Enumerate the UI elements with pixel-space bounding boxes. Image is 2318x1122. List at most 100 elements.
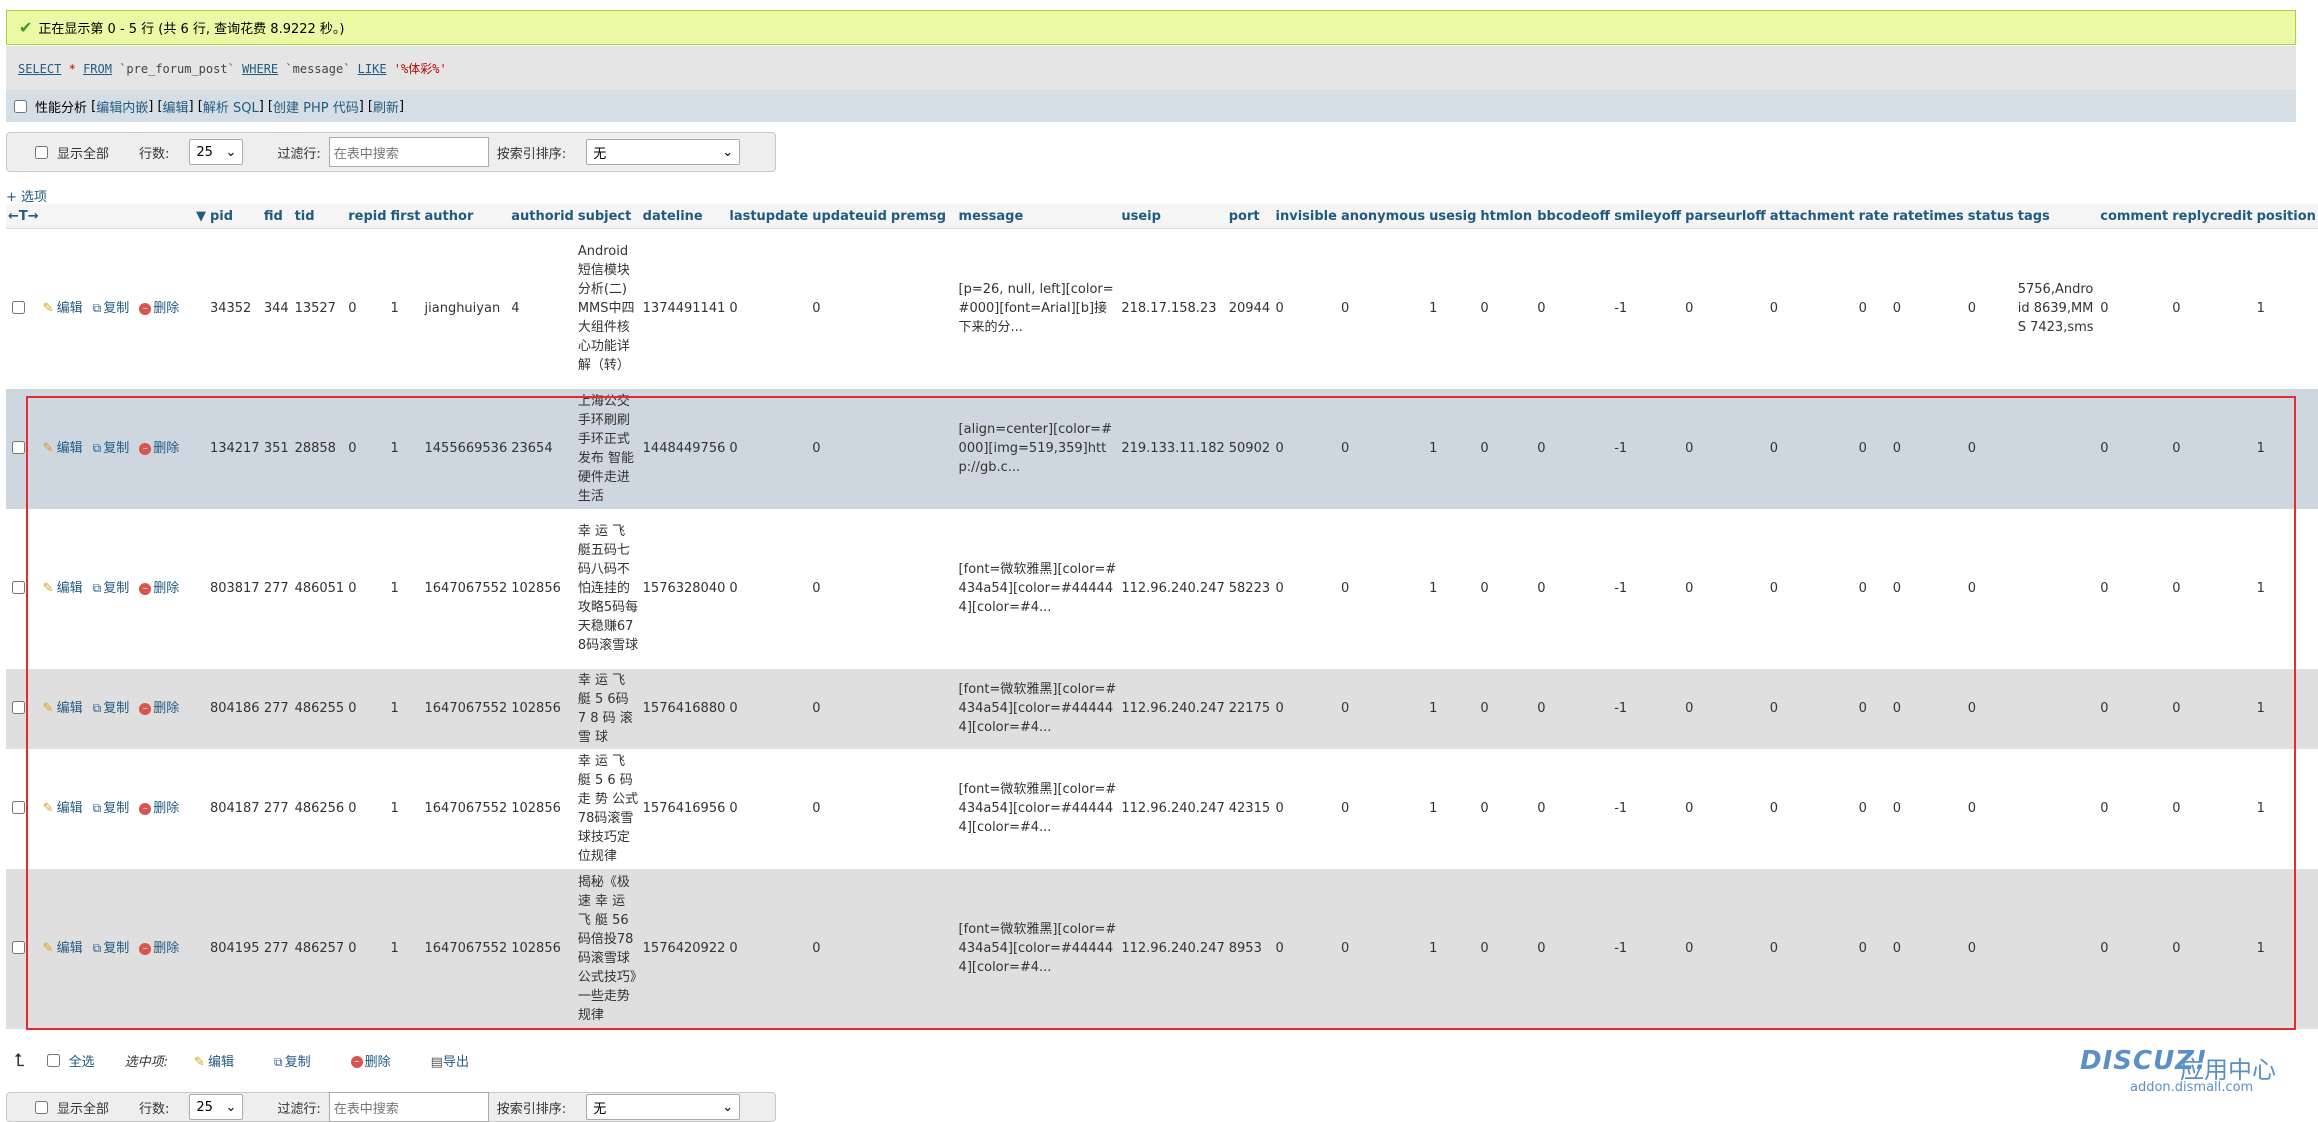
sql-like[interactable]: LIKE	[358, 62, 387, 76]
delete-icon: –	[350, 1056, 363, 1068]
show-all-checkbox-bottom[interactable]	[35, 1100, 48, 1114]
column-header[interactable]: status	[1965, 204, 2016, 229]
column-header[interactable]: ratetimes	[1890, 204, 1966, 229]
row-checkbox[interactable]	[12, 580, 25, 594]
cell-parseurloff: 0	[1683, 748, 1768, 869]
cell-fid: 351	[261, 388, 293, 509]
row-copy-button[interactable]: ⧉ 复制	[93, 441, 130, 456]
filter-input-bottom[interactable]: 在表中搜索	[328, 1092, 489, 1122]
column-header[interactable]: message	[956, 204, 1120, 229]
sort-arrows[interactable]: ←T→	[6, 204, 41, 229]
column-header[interactable]: lastupdate	[727, 204, 811, 229]
cell-dateline: 1448449756	[640, 388, 728, 509]
cell-premsg	[888, 668, 957, 749]
column-header[interactable]: tid	[292, 204, 347, 229]
filter-input[interactable]: 在表中搜索	[328, 137, 489, 167]
bulk-delete-button[interactable]: – 删除	[350, 1051, 391, 1070]
cell-updateuid: 0	[810, 868, 889, 1029]
column-header[interactable]: author	[422, 204, 510, 229]
column-header[interactable]: invisible	[1273, 204, 1339, 229]
row-edit-button[interactable]: ✎ 编辑	[43, 801, 83, 816]
link-create-php[interactable]: 创建 PHP 代码	[273, 97, 359, 116]
column-header[interactable]: repid	[346, 204, 389, 229]
row-edit-button[interactable]: ✎ 编辑	[43, 441, 83, 456]
link-edit-inline[interactable]: 编辑内嵌	[96, 97, 148, 116]
sql-where[interactable]: WHERE	[242, 62, 278, 76]
column-header[interactable]: pid	[207, 204, 262, 229]
row-copy-button[interactable]: ⧉ 复制	[93, 941, 130, 956]
column-header[interactable]: comment	[2098, 204, 2171, 229]
cell-htmlon: 0	[1478, 228, 1536, 389]
column-header[interactable]: port	[1226, 204, 1274, 229]
link-edit[interactable]: 编辑	[163, 97, 189, 116]
column-header[interactable]: useip	[1119, 204, 1227, 229]
select-all-checkbox[interactable]	[46, 1053, 60, 1067]
row-checkbox[interactable]	[12, 700, 25, 714]
bulk-edit-button[interactable]: ✎ 编辑	[194, 1051, 234, 1070]
row-delete-button[interactable]: – 删除	[139, 581, 179, 596]
sort-select-bottom[interactable]: 无 ⌄	[586, 1094, 741, 1120]
column-header[interactable]: first	[388, 204, 423, 229]
column-header[interactable]: authorid	[509, 204, 576, 229]
sort-select[interactable]: 无 ⌄	[586, 139, 741, 165]
row-edit-button[interactable]: ✎ 编辑	[43, 701, 83, 716]
column-header[interactable]: replycredit	[2170, 204, 2255, 229]
sql-from[interactable]: FROM	[83, 62, 112, 76]
table-row: ✎ 编辑 ⧉ 复制 – 删除 804195 277 486257 0 1 1647067552 1028…	[6, 868, 2318, 1029]
rows-select-bottom[interactable]: 25 ⌄	[189, 1094, 244, 1120]
cell-usesig: 1	[1427, 388, 1479, 509]
cell-usesig: 1	[1427, 748, 1479, 869]
column-header[interactable]: rate	[1856, 204, 1891, 229]
row-checkbox[interactable]	[12, 440, 25, 454]
row-copy-button[interactable]: ⧉ 复制	[93, 801, 130, 816]
column-header[interactable]: updateuid	[810, 204, 889, 229]
column-header[interactable]: dateline	[640, 204, 728, 229]
row-checkbox[interactable]	[12, 800, 25, 814]
column-header[interactable]: htmlon	[1478, 204, 1536, 229]
sql-select[interactable]: SELECT	[18, 62, 61, 76]
column-header[interactable]: smileyoff	[1612, 204, 1684, 229]
row-checkbox[interactable]	[12, 300, 25, 314]
cell-authorid: 102856	[509, 668, 576, 749]
column-header[interactable]: position	[2254, 204, 2318, 229]
table-row: ✎ 编辑 ⧉ 复制 – 删除 134217 351 28858 0 1 1455669536 23654…	[6, 388, 2318, 509]
cell-message: [align=center][color=#000][img=519,359]h…	[956, 388, 1120, 509]
column-header[interactable]: parseurloff	[1683, 204, 1768, 229]
bulk-export-button[interactable]: ▤导出	[431, 1051, 469, 1070]
delete-icon: –	[139, 942, 152, 955]
cell-ratetimes: 0	[1890, 668, 1966, 749]
cell-message: [font=微软雅黑][color=#434a54][color=#444444…	[956, 748, 1120, 869]
column-header[interactable]: attachment	[1767, 204, 1857, 229]
profiling-checkbox[interactable]	[14, 99, 27, 113]
column-header[interactable]: tags	[2015, 204, 2099, 229]
cell-bbcodeoff: 0	[1535, 508, 1613, 669]
row-edit-button[interactable]: ✎ 编辑	[43, 581, 83, 596]
header-sort-icon[interactable]: ▼	[40, 204, 208, 229]
show-all-checkbox[interactable]	[35, 145, 48, 159]
rows-select[interactable]: 25 ⌄	[189, 139, 244, 165]
row-edit-button[interactable]: ✎ 编辑	[43, 301, 83, 316]
column-header[interactable]: subject	[575, 204, 641, 229]
column-header[interactable]: premsg	[888, 204, 957, 229]
row-delete-button[interactable]: – 删除	[139, 801, 179, 816]
column-header[interactable]: fid	[261, 204, 293, 229]
row-delete-button[interactable]: – 删除	[139, 941, 179, 956]
column-header[interactable]: bbcodeoff	[1535, 204, 1613, 229]
row-delete-button[interactable]: – 删除	[139, 301, 179, 316]
select-all-label[interactable]: 全选	[69, 1051, 95, 1070]
cell-ratetimes: 0	[1890, 388, 1966, 509]
options-link[interactable]: + 选项	[6, 186, 47, 205]
row-delete-button[interactable]: – 删除	[139, 701, 179, 716]
link-refresh[interactable]: 刷新	[373, 97, 399, 116]
column-header[interactable]: usesig	[1427, 204, 1479, 229]
row-delete-button[interactable]: – 删除	[139, 441, 179, 456]
cell-repid: 0	[346, 228, 389, 389]
column-header[interactable]: anonymous	[1338, 204, 1428, 229]
row-copy-button[interactable]: ⧉ 复制	[93, 581, 130, 596]
row-checkbox[interactable]	[12, 940, 25, 954]
bulk-copy-button[interactable]: ⧉ 复制	[274, 1051, 311, 1070]
row-copy-button[interactable]: ⧉ 复制	[93, 301, 130, 316]
row-copy-button[interactable]: ⧉ 复制	[93, 701, 130, 716]
row-edit-button[interactable]: ✎ 编辑	[43, 941, 83, 956]
link-explain-sql[interactable]: 解析 SQL	[203, 97, 259, 116]
